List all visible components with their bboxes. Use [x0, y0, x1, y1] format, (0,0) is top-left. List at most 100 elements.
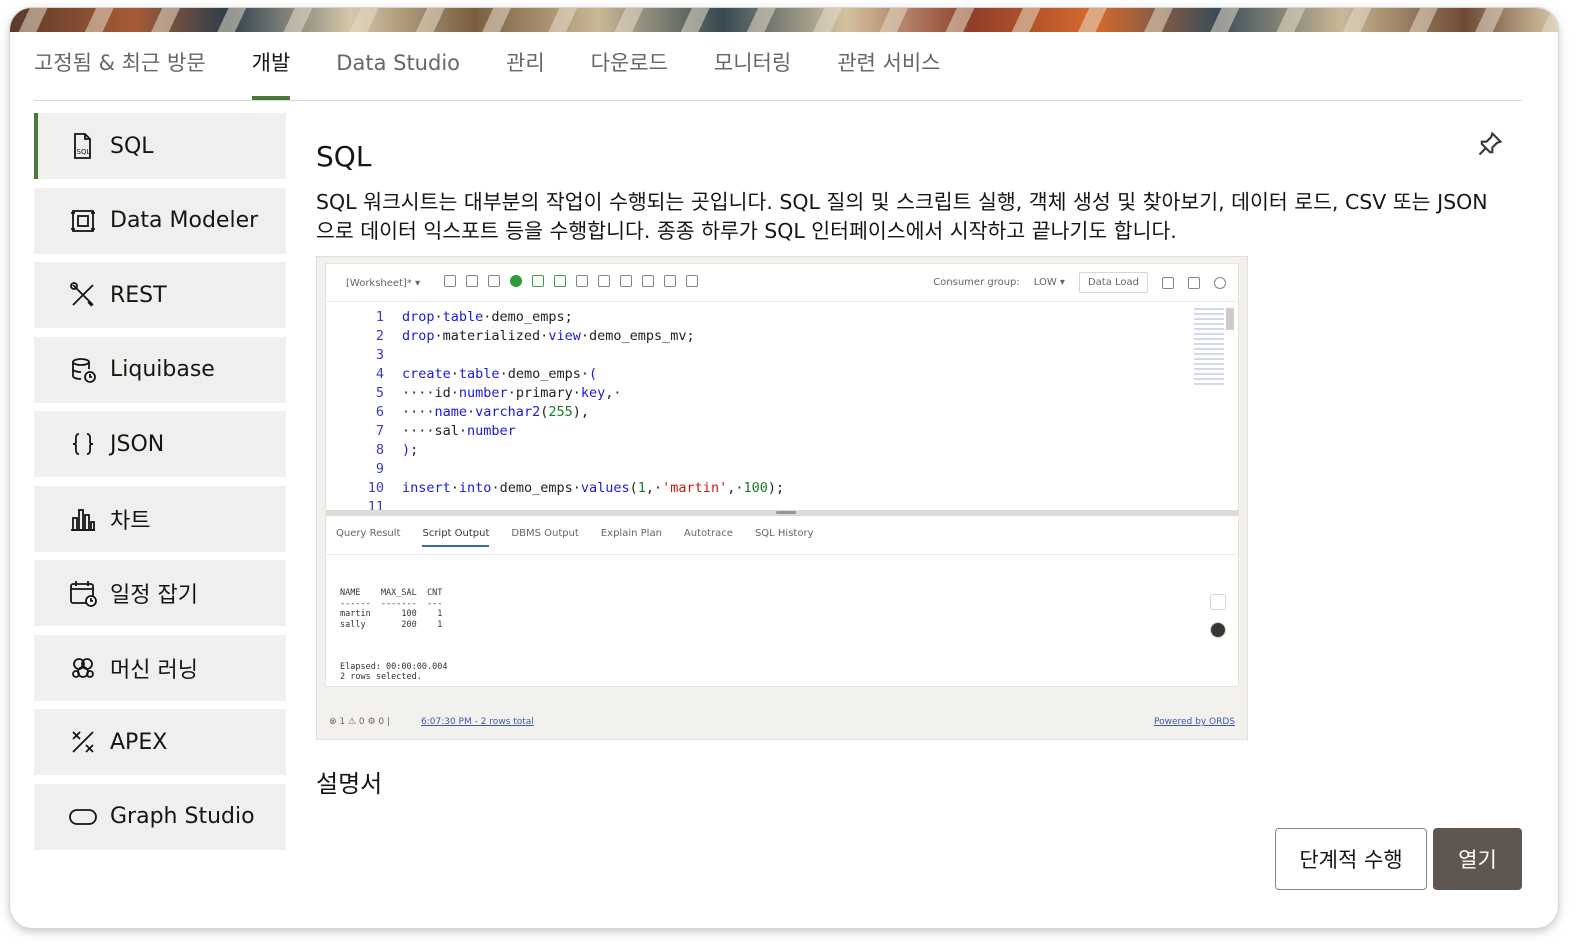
code-line: 10 insert · into ·demo_emps· values(1 ,·'marti…: [326, 479, 1186, 498]
info-icon: [1210, 622, 1226, 638]
code-token: values: [580, 480, 630, 496]
line-number: 10: [367, 480, 384, 496]
code-line: 8);: [326, 441, 1186, 460]
sidebar-item-label: JSON: [110, 431, 165, 457]
code-token: number: [458, 385, 508, 401]
explain-icon: [554, 275, 566, 287]
trash-icon: [686, 275, 698, 287]
code-token: ·: [434, 309, 443, 325]
tab-6[interactable]: 관련 서비스: [837, 48, 940, 100]
code-token: ·demo_emps_mv;: [580, 328, 695, 344]
output-divider: [326, 554, 1238, 555]
output-tab: Query Result: [336, 528, 401, 539]
sidebar: SQL SQL Data Modeler REST Liquibase JSON 차트일정 …: [34, 113, 286, 858]
case-icon: [664, 275, 676, 287]
apex-icon: [68, 727, 98, 757]
autotrace-icon: [576, 275, 588, 287]
code-token: (: [588, 366, 598, 382]
line-number: 5: [375, 385, 384, 401]
code-token: name: [434, 404, 468, 420]
sidebar-item-차트[interactable]: 차트: [34, 485, 286, 552]
sidebar-item-sql[interactable]: SQL SQL: [34, 113, 286, 179]
glasses-icon: [1188, 276, 1200, 289]
help-icon: [1214, 276, 1226, 289]
code-line: 9: [326, 460, 1186, 479]
bar-chart-icon: [68, 504, 98, 534]
sidebar-item-rest[interactable]: REST: [34, 262, 286, 328]
line-number: 7: [375, 423, 384, 439]
data-load-button: Data Load: [1078, 272, 1148, 293]
sidebar-item-label: 일정 잡기: [110, 583, 198, 608]
tab-4[interactable]: 다운로드: [591, 48, 668, 100]
code-token: 255: [548, 404, 573, 420]
pin-icon-svg: [1478, 131, 1503, 156]
code-line: 1 drop · table ·demo_emps;: [326, 308, 1186, 327]
code-line: 6 ···· name · varchar2(255),: [326, 403, 1186, 422]
data-modeler-icon: [68, 206, 98, 236]
toolbar-right: Consumer group: LOW ▾ Data Load: [933, 272, 1226, 293]
code-token: (: [540, 404, 549, 420]
liquibase-database-icon: [68, 355, 98, 385]
sidebar-item-data-modeler[interactable]: Data Modeler: [34, 187, 286, 254]
tab-1[interactable]: 개발: [251, 48, 290, 100]
decorative-banner: [10, 8, 1558, 32]
code-token: varchar2: [475, 404, 541, 420]
tab-5[interactable]: 모니터링: [714, 48, 791, 100]
line-number: 8: [375, 442, 384, 458]
sidebar-item-일정-잡기[interactable]: 일정 잡기: [34, 560, 286, 626]
app-window: 고정됨 & 최근 방문 개발 Data Studio 관리 다운로드 모니터링 관련 서비스…: [10, 8, 1558, 928]
sidebar-item-apex[interactable]: APEX: [34, 709, 286, 775]
page-title: SQL: [316, 140, 372, 173]
sidebar-item-label: 머신 러닝: [110, 657, 198, 683]
code-token: ·materialized·: [434, 328, 549, 344]
sidebar-item-liquibase[interactable]: Liquibase: [34, 336, 286, 403]
sidebar-item-label: Liquibase: [110, 357, 215, 382]
sidebar-item-label: Graph Studio: [110, 804, 255, 829]
line-number: 1: [375, 309, 384, 325]
code-token: into: [458, 480, 492, 496]
open-button[interactable]: 열기: [1433, 828, 1522, 890]
code-token: ),: [572, 404, 589, 420]
code-token: (: [629, 480, 638, 496]
code-token: drop: [402, 309, 435, 325]
code-token: drop: [402, 328, 435, 344]
machine-learning-icon: [68, 653, 98, 683]
output-tab: Script Output: [422, 528, 490, 547]
code-token: ,·: [727, 480, 744, 496]
powered-by-link: Powered by ORDS: [1153, 717, 1235, 727]
code-token: view: [548, 328, 581, 344]
worksheet-preview-image: [Worksheet]* ▾ Consumer group: LOW ▾ Dat…: [316, 256, 1248, 740]
code-token: insert: [402, 480, 451, 496]
code-token: ·primary·: [507, 385, 581, 401]
line-number: 2: [375, 328, 384, 344]
expand-icon: [1162, 276, 1174, 289]
output-tabs: Query Result Script Output DBMS Output Expl…: [336, 528, 813, 547]
tab-2[interactable]: Data Studio: [336, 48, 460, 100]
output-tab: Autotrace: [683, 528, 733, 539]
line-number: 4: [375, 366, 384, 382]
code-line: 5 ····id· number ·primary· key ,·: [326, 384, 1186, 403]
code-token: );: [767, 480, 785, 496]
consumer-group-label: Consumer group:: [933, 277, 1020, 288]
sidebar-item-graph-studio[interactable]: Graph Studio: [34, 783, 286, 850]
code-token: key: [580, 385, 606, 401]
sidebar-item-머신-러닝[interactable]: 머신 러닝: [34, 634, 286, 701]
step-by-step-button[interactable]: 단계적 수행: [1275, 828, 1427, 890]
code-line: 3: [326, 346, 1186, 365]
tab-3[interactable]: 관리: [506, 48, 545, 100]
tab-0[interactable]: 고정됨 & 최근 방문: [34, 48, 206, 100]
rest-tools-icon: [68, 280, 98, 310]
code-token: ····: [402, 404, 435, 420]
sidebar-item-label: REST: [110, 282, 167, 308]
sidebar-item-json[interactable]: JSON: [34, 411, 286, 477]
line-number: 6: [375, 404, 384, 420]
run-script-icon: [532, 275, 544, 287]
sidebar-item-label: SQL: [110, 133, 154, 159]
svg-text:SQL: SQL: [77, 148, 91, 156]
code-line: 4 create · table ·demo_emps·(: [326, 365, 1186, 384]
toolbar-icons: [444, 275, 698, 287]
pin-icon[interactable]: [1476, 130, 1506, 160]
documentation-heading: 설명서: [316, 770, 383, 798]
line-number: 3: [375, 347, 384, 363]
copy-icon: [1210, 594, 1226, 610]
